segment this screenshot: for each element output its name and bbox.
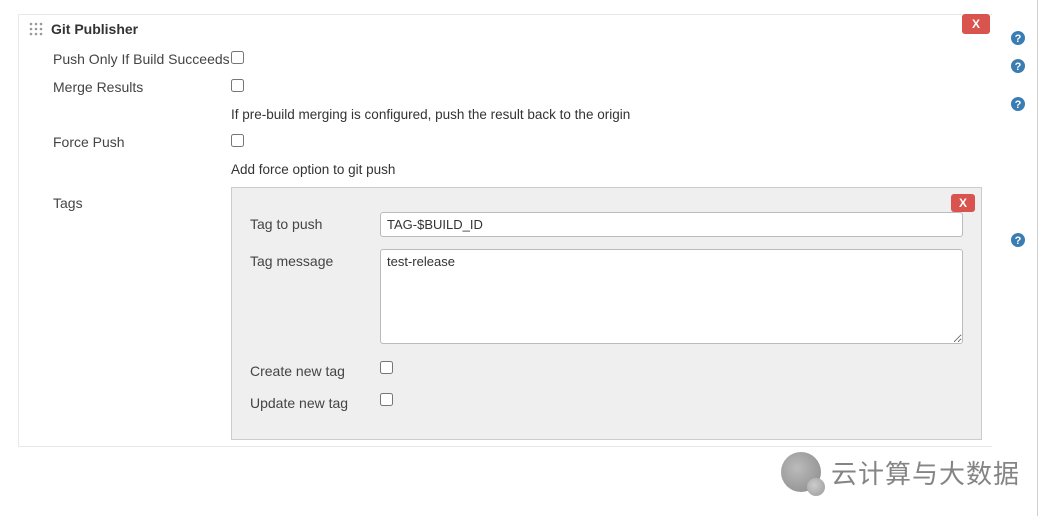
force-push-checkbox[interactable]: [231, 134, 244, 147]
update-new-tag-label: Update new tag: [250, 391, 380, 411]
tag-message-textarea[interactable]: [380, 249, 963, 344]
row-cutoff: [250, 417, 963, 429]
help-icon[interactable]: ?: [1010, 58, 1026, 74]
merge-results-checkbox[interactable]: [231, 79, 244, 92]
force-push-label: Force Push: [53, 130, 231, 150]
tag-to-push-input[interactable]: [380, 212, 963, 237]
tag-to-push-label: Tag to push: [250, 212, 380, 232]
svg-text:?: ?: [1015, 61, 1022, 73]
delete-section-button[interactable]: X: [962, 14, 990, 34]
row-tag-to-push: Tag to push: [250, 206, 963, 243]
section-header: Git Publisher: [19, 15, 992, 43]
tag-message-label: Tag message: [250, 249, 380, 269]
section-title: Git Publisher: [51, 21, 138, 37]
tags-label: Tags: [53, 191, 231, 211]
svg-text:?: ?: [1015, 235, 1022, 247]
update-new-tag-checkbox[interactable]: [380, 393, 393, 406]
row-update-new-tag: Update new tag: [250, 385, 963, 417]
svg-text:?: ?: [1015, 99, 1022, 111]
merge-results-help: If pre-build merging is configured, push…: [19, 99, 992, 126]
svg-text:?: ?: [1015, 33, 1022, 45]
watermark: 云计算与大数据: [781, 452, 1020, 492]
wechat-icon: [781, 452, 821, 492]
row-create-new-tag: Create new tag: [250, 353, 963, 385]
git-publisher-panel: Git Publisher Push Only If Build Succeed…: [18, 14, 992, 447]
row-push-only: Push Only If Build Succeeds: [19, 43, 992, 71]
merge-results-label: Merge Results: [53, 75, 231, 95]
push-only-checkbox[interactable]: [231, 51, 244, 64]
help-icon[interactable]: ?: [1010, 30, 1026, 46]
create-new-tag-label: Create new tag: [250, 359, 380, 379]
row-force-push: Force Push: [19, 126, 992, 154]
page-border: [1037, 0, 1038, 516]
help-icon[interactable]: ?: [1010, 232, 1026, 248]
tags-block: X Tag to push Tag message Create new tag…: [231, 187, 982, 440]
help-icon[interactable]: ?: [1010, 96, 1026, 112]
watermark-text: 云计算与大数据: [831, 454, 1020, 491]
force-push-help: Add force option to git push: [19, 154, 992, 181]
row-tag-message: Tag message: [250, 243, 963, 353]
drag-handle-icon[interactable]: [29, 22, 43, 36]
row-merge-results: Merge Results: [19, 71, 992, 99]
create-new-tag-checkbox[interactable]: [380, 361, 393, 374]
push-only-label: Push Only If Build Succeeds: [53, 47, 231, 67]
delete-tag-button[interactable]: X: [951, 194, 975, 212]
